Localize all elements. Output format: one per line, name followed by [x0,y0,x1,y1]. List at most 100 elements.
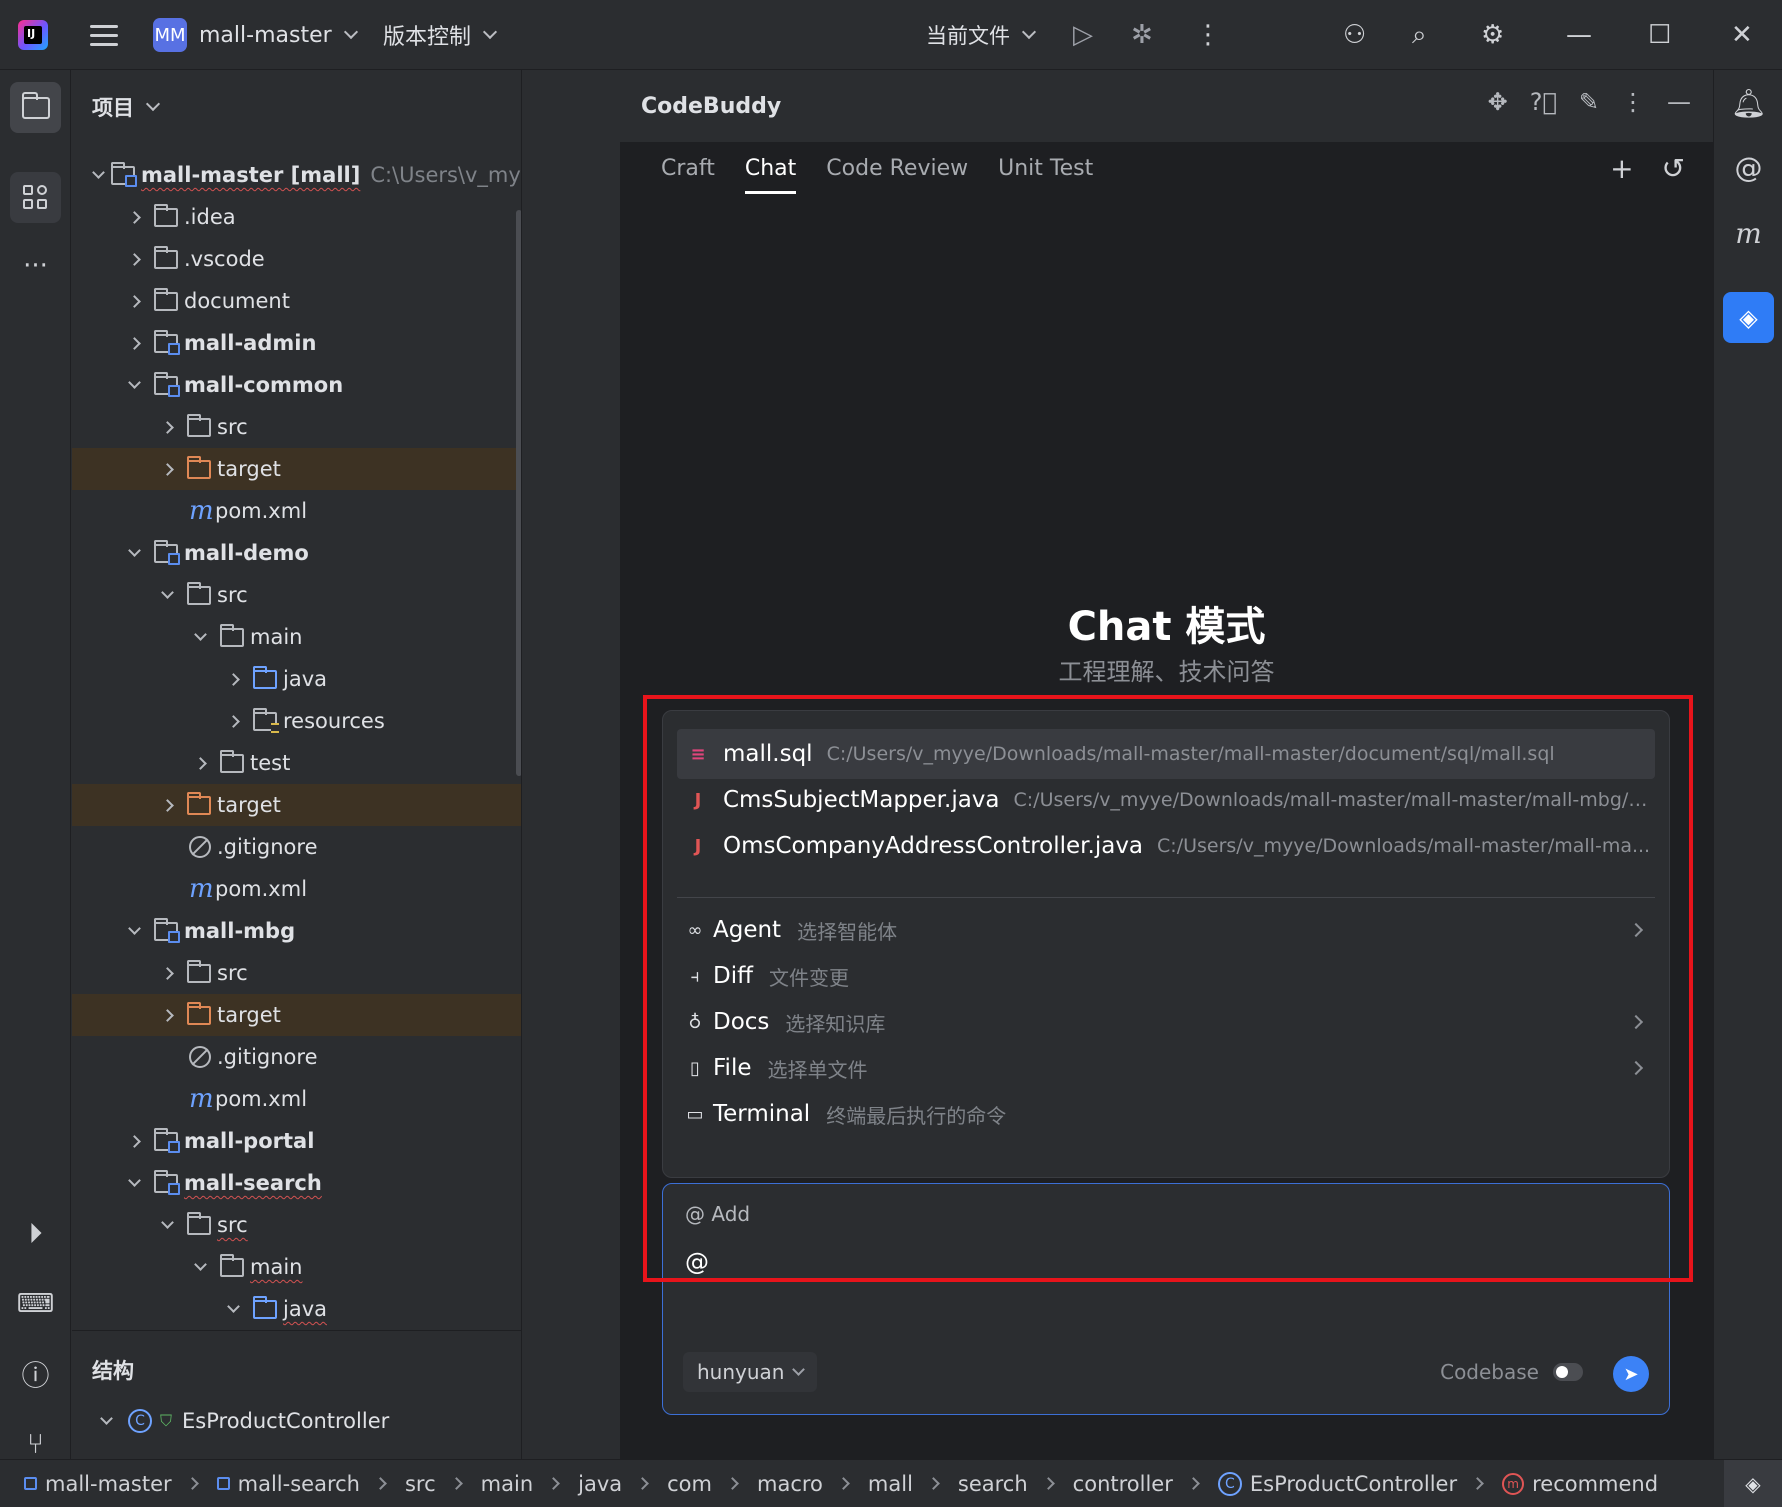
codebase-toggle[interactable] [1553,1363,1583,1381]
tree-item[interactable]: .gitignore [72,1036,521,1078]
tree-item[interactable]: src [72,574,521,616]
run-icon[interactable]: ▷ [1073,0,1093,70]
tree-item[interactable]: .vscode [72,238,521,280]
chat-input[interactable]: @ [685,1248,709,1276]
tree-item[interactable]: document [72,280,521,322]
tree-item[interactable]: m pom.xml [72,1078,521,1120]
breadcrumb-item[interactable]: mall [868,1472,958,1496]
expand-arrow-icon[interactable] [127,544,141,557]
tree-item[interactable]: mall-search [72,1162,521,1204]
more-actions-icon[interactable]: ⋮ [1195,0,1221,70]
minimize-window-icon[interactable]: — [1566,0,1592,70]
new-chat-icon[interactable]: + [1610,152,1633,185]
close-window-icon[interactable]: ✕ [1731,0,1753,70]
tree-item[interactable]: mall-common [72,364,521,406]
breadcrumb-item[interactable]: java [578,1472,667,1496]
collapse-arrow-icon[interactable] [160,966,174,980]
tab-code-review[interactable]: Code Review [826,156,968,194]
collapse-arrow-icon[interactable] [160,1008,174,1022]
breadcrumb-item[interactable]: C EsProductController [1217,1471,1502,1496]
tree-item-excluded[interactable]: target [72,784,521,826]
plugins-tool-button[interactable] [10,172,61,223]
search-icon[interactable]: ⌕ [1412,0,1427,70]
tree-root[interactable]: mall-master [mall] C:\Users\v_myye [72,154,521,196]
breadcrumb-item[interactable]: controller [1073,1472,1218,1496]
tree-item[interactable]: .gitignore [72,826,521,868]
main-menu-button[interactable] [88,0,120,70]
add-context-button[interactable]: @ Add [685,1202,750,1226]
breadcrumb-item[interactable]: src [405,1472,481,1496]
tree-item[interactable]: java [72,658,521,700]
help-icon[interactable]: ?⃝ [1530,88,1557,116]
mention-command-diff[interactable]: ⫞ Diff 文件变更 [677,953,1655,999]
maximize-window-icon[interactable]: ☐ [1648,0,1671,70]
collapse-arrow-icon[interactable] [160,798,174,812]
problems-icon[interactable]: ⓘ [10,1348,61,1399]
mention-command-agent[interactable]: ∞ Agent 选择智能体 [677,907,1655,953]
breadcrumb-item[interactable]: mall-search [216,1472,405,1496]
tree-item[interactable]: .idea [72,196,521,238]
collapse-arrow-icon[interactable] [127,252,141,266]
hide-panel-icon[interactable]: — [1667,88,1691,116]
history-icon[interactable]: ↺ [1662,152,1685,185]
collapse-arrow-icon[interactable] [127,1134,141,1148]
send-button[interactable]: ➤ [1613,1356,1649,1392]
settings-gear-icon[interactable]: ⚙ [1481,0,1504,70]
tree-item[interactable]: m pom.xml [72,490,521,532]
vcs-menu[interactable]: 版本控制 [383,0,498,70]
tree-item[interactable]: main [72,616,521,658]
mention-file-item[interactable]: J OmsCompanyAddressController.java C:/Us… [677,821,1655,871]
tree-item[interactable]: mall-mbg [72,910,521,952]
mention-command-terminal[interactable]: ▭ Terminal 终端最后执行的命令 [677,1091,1655,1137]
expand-arrow-icon[interactable] [160,1216,174,1229]
tree-item-excluded[interactable]: target [72,448,521,490]
breadcrumb-item[interactable]: mall-master [24,1472,217,1496]
tab-unit-test[interactable]: Unit Test [998,156,1093,194]
expand-arrow-icon[interactable] [193,628,207,641]
run-config-selector[interactable]: 当前文件 [926,0,1037,70]
collapse-arrow-icon[interactable] [160,462,174,476]
tree-item[interactable]: main [72,1246,521,1288]
collapse-arrow-icon[interactable] [127,210,141,224]
breadcrumb-item[interactable]: search [958,1472,1073,1496]
breadcrumb-item[interactable]: com [667,1472,757,1496]
expand-arrow-icon[interactable] [127,1174,141,1187]
collapse-arrow-icon[interactable] [193,756,207,770]
mention-command-file[interactable]: ▯ File 选择单文件 [677,1045,1655,1091]
tab-chat[interactable]: Chat [744,156,797,194]
chat-input-box[interactable]: @ Add @ hunyuan Codebase ➤ [662,1183,1670,1415]
breadcrumb-item[interactable]: macro [757,1472,868,1496]
tree-item[interactable]: java [72,1288,521,1330]
collapse-arrow-icon[interactable] [226,672,240,686]
more-tools-icon[interactable]: ··· [10,240,61,291]
mention-file-item[interactable]: J CmsSubjectMapper.java C:/Users/v_myye/… [677,775,1655,825]
services-icon[interactable]: ⏵ [10,1208,61,1259]
tree-item-excluded[interactable]: target [72,994,521,1036]
add-user-icon[interactable]: ⚇ [1343,0,1366,70]
maven-icon[interactable]: m [1723,208,1774,259]
tree-item[interactable]: mall-admin [72,322,521,364]
project-selector[interactable]: MM mall-master [153,0,358,70]
expand-arrow-icon[interactable] [160,586,174,599]
more-options-icon[interactable]: ⋮ [1621,88,1645,116]
edit-icon[interactable]: ✎ [1579,88,1599,116]
mention-command-docs[interactable]: ♁ Docs 选择知识库 [677,999,1655,1045]
expand-arrow-icon[interactable] [127,376,141,389]
tree-item[interactable]: mall-portal [72,1120,521,1162]
expand-arrow-icon[interactable] [193,1258,207,1271]
breadcrumb-item[interactable]: main [481,1472,578,1496]
tree-item[interactable]: src [72,406,521,448]
tab-craft[interactable]: Craft [661,156,715,194]
collapse-arrow-icon[interactable] [160,420,174,434]
expand-arrow-icon[interactable] [92,166,105,179]
terminal-icon[interactable]: ⌨ [10,1278,61,1329]
collapse-arrow-icon[interactable] [226,714,240,728]
expand-arrow-icon[interactable] [127,922,141,935]
codebuddy-status-icon[interactable]: ◈ [1724,1460,1782,1507]
project-panel-header[interactable]: 项目 [92,92,161,122]
expand-arrow-icon[interactable] [226,1300,240,1313]
debug-icon[interactable]: ✲ [1131,0,1153,70]
project-tool-button[interactable] [10,82,61,133]
model-selector[interactable]: hunyuan [683,1352,818,1392]
mention-file-item[interactable]: ≡ mall.sql C:/Users/v_myye/Downloads/mal… [677,729,1655,779]
